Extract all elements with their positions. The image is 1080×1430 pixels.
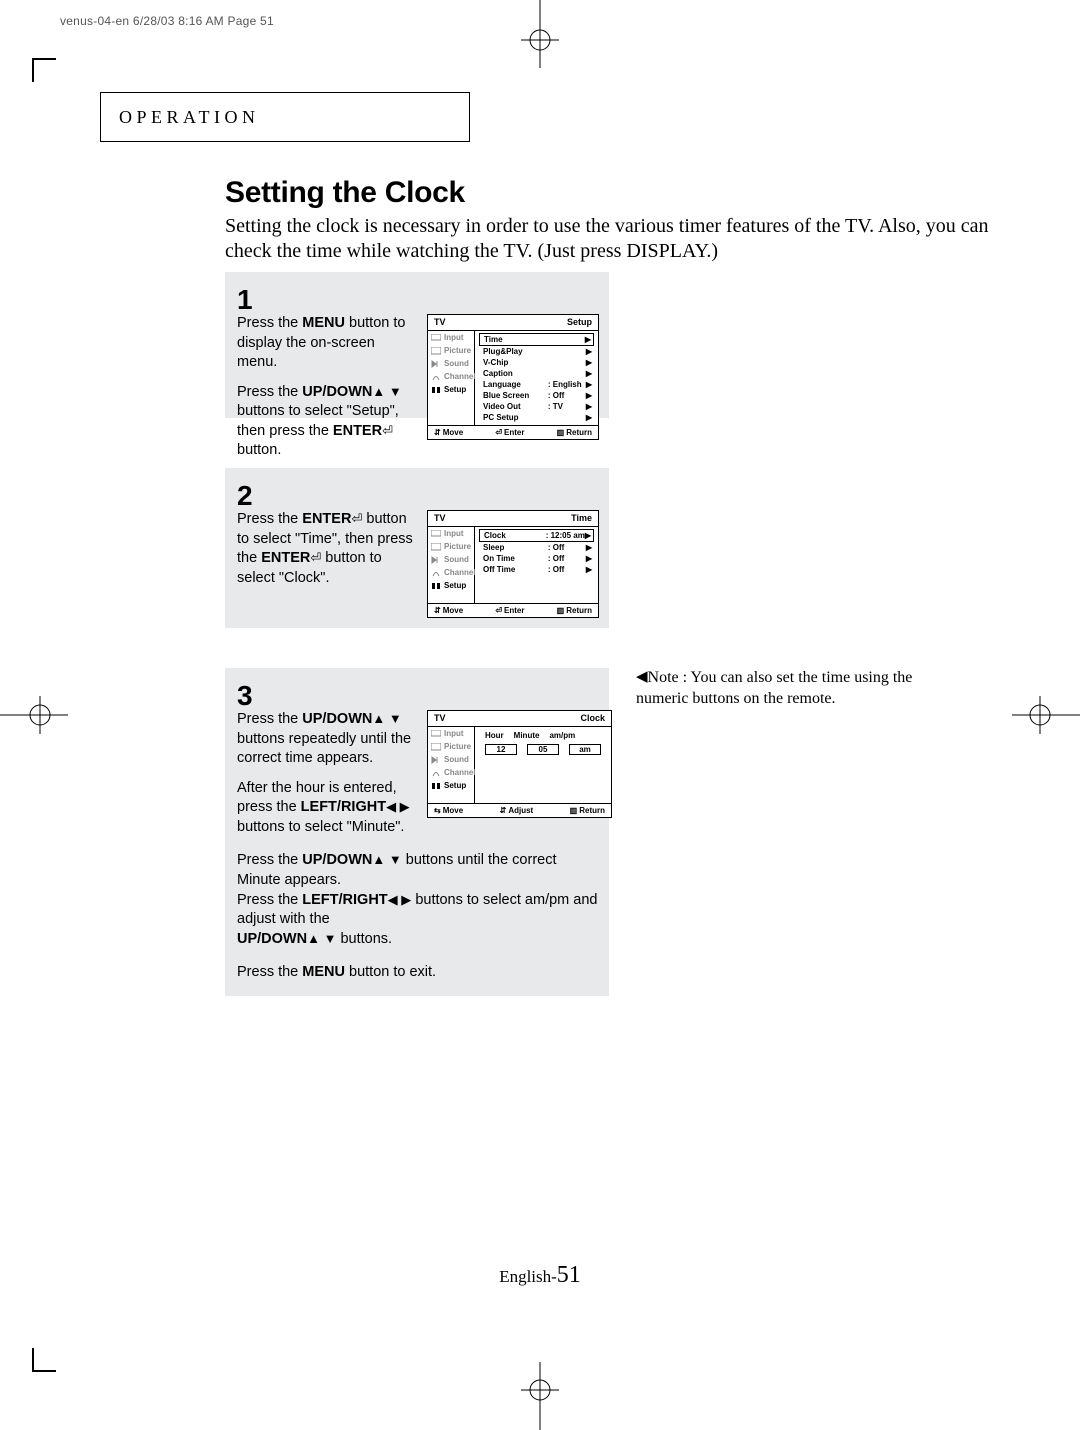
osd-clock-main: HourMinuteam/pm 12 05 am — [475, 727, 611, 803]
osd-setup-rows: Time▶Plug&Play▶V-Chip▶Caption▶Language: … — [475, 331, 598, 425]
registration-mark-right — [1012, 696, 1080, 734]
crop-mark-bottom-left — [32, 1348, 56, 1372]
step-2: 2 Press the ENTER⏎ button to select "Tim… — [225, 468, 609, 628]
section-header-box: OPERATION — [100, 92, 470, 142]
osd-menu-row[interactable]: Caption▶ — [479, 368, 594, 379]
osd-menu-row[interactable]: Clock: 12:05 am▶ — [479, 529, 594, 542]
updown-icon: ⇵ — [500, 806, 507, 815]
step-3: 3 Press the UP/DOWN▲ ▼ buttons repeatedl… — [225, 668, 609, 996]
osd-menu-row[interactable]: Video Out: TV▶ — [479, 401, 594, 412]
side-note: ◀Note : You can also set the time using … — [636, 668, 916, 710]
updown-icon: ⇵ — [434, 428, 441, 437]
updown-icon: ⇵ — [434, 606, 441, 615]
print-slug: venus-04-en 6/28/03 8:16 AM Page 51 — [60, 14, 274, 28]
triangle-left-icon: ◀ — [636, 669, 648, 685]
osd-menu-row[interactable]: PC Setup▶ — [479, 412, 594, 423]
step-3-text-1: Press the UP/DOWN▲ ▼ buttons repeatedly … — [237, 710, 419, 769]
osd-sidebar: Input Picture Sound Channel Setup — [428, 331, 475, 425]
enter-icon: ⏎ — [351, 511, 362, 526]
return-icon: ▥ — [557, 428, 565, 437]
intro-text: Setting the clock is necessary in order … — [225, 214, 995, 264]
clock-ampm-field[interactable]: am — [569, 744, 601, 755]
step-3-text-2: After the hour is entered, press the LEF… — [237, 779, 419, 838]
registration-mark-bottom — [521, 1362, 559, 1430]
return-icon: ▥ — [557, 606, 565, 615]
osd-menu-row[interactable]: Blue Screen: Off▶ — [479, 390, 594, 401]
osd-clock-menu: TVClock Input Picture Sound Channel Setu… — [427, 710, 612, 818]
osd-setup-menu: TVSetup Input Picture Sound Channel Setu… — [427, 314, 599, 440]
step-1-text-1: Press the MENU button to display the on-… — [237, 314, 419, 373]
section-label: OPERATION — [119, 107, 260, 128]
osd-menu-row[interactable]: On Time: Off▶ — [479, 553, 594, 564]
step-3-text-4: Press the MENU button to exit. — [237, 963, 599, 983]
enter-icon: ⏎ — [495, 428, 502, 437]
osd-sidebar: Input Picture Sound Channel Setup — [428, 727, 475, 803]
osd-time-rows: Clock: 12:05 am▶Sleep: Off▶On Time: Off▶… — [475, 527, 598, 603]
return-icon: ▥ — [570, 806, 578, 815]
enter-icon: ⏎ — [382, 423, 393, 438]
registration-mark-top — [521, 0, 559, 68]
enter-icon: ⏎ — [310, 550, 321, 565]
osd-menu-row[interactable]: Time▶ — [479, 333, 594, 346]
step-3-number: 3 — [237, 682, 599, 710]
osd-menu-row[interactable]: V-Chip▶ — [479, 357, 594, 368]
clock-hour-field[interactable]: 12 — [485, 744, 517, 755]
page-number: English-51 — [0, 1262, 1080, 1289]
clock-minute-field[interactable]: 05 — [527, 744, 559, 755]
step-1: 1 Press the MENU button to display the o… — [225, 272, 609, 418]
osd-menu-row[interactable]: Plug&Play▶ — [479, 346, 594, 357]
osd-menu-row[interactable]: Sleep: Off▶ — [479, 542, 594, 553]
enter-icon: ⏎ — [495, 606, 502, 615]
crop-mark-top-left — [32, 58, 56, 82]
registration-mark-left — [0, 696, 68, 734]
step-2-text: Press the ENTER⏎ button to select "Time"… — [237, 510, 419, 588]
step-3-text-3: Press the UP/DOWN▲ ▼ buttons until the c… — [237, 851, 599, 949]
step-1-text-2: Press the UP/DOWN▲ ▼ buttons to select "… — [237, 383, 419, 461]
leftright-icon: ⇆ — [434, 806, 441, 815]
osd-time-menu: TVTime Input Picture Sound Channel Setup… — [427, 510, 599, 618]
osd-sidebar: Input Picture Sound Channel Setup — [428, 527, 475, 603]
step-2-number: 2 — [237, 482, 599, 510]
osd-menu-row[interactable]: Off Time: Off▶ — [479, 564, 594, 575]
step-1-number: 1 — [237, 286, 599, 314]
osd-menu-row[interactable]: Language: English▶ — [479, 379, 594, 390]
page-title: Setting the Clock — [225, 176, 465, 210]
